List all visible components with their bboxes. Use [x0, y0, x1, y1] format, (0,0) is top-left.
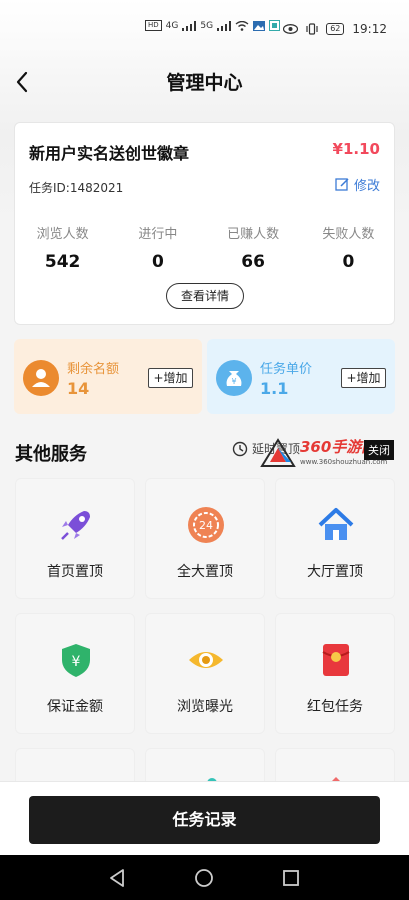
network-indicators: HD 4G 5G — [145, 20, 281, 31]
edit-label: 修改 — [353, 179, 380, 194]
vibrate-icon — [306, 23, 318, 35]
task-stats: 浏览人数 542 进行中 0 已赚人数 66 失败人数 0 — [15, 223, 396, 272]
system-nav-bar — [0, 855, 409, 900]
task-card: 新用户实名送创世徽章 ¥1.10 任务ID:1482021 修改 浏览人数 54… — [14, 122, 395, 325]
tile-exposure[interactable]: 浏览曝光 — [145, 613, 265, 734]
stat-views: 浏览人数 542 — [15, 223, 110, 272]
other-services-title: 其他服务 — [15, 444, 87, 465]
tile-label: 首页置顶 — [47, 564, 103, 580]
stat-failed: 失败人数 0 — [301, 223, 396, 272]
task-price: ¥1.10 — [332, 140, 380, 158]
stat-label: 已赚人数 — [227, 227, 280, 242]
svg-text:¥: ¥ — [231, 377, 236, 386]
tile-all-day-top[interactable]: 24 全大置顶 — [145, 478, 265, 599]
image-notification-icon — [253, 20, 266, 31]
network-5g-label: 5G — [200, 20, 214, 31]
stat-value: 66 — [241, 252, 265, 272]
tile-label: 红包任务 — [307, 699, 363, 715]
tile-label: 大厅置顶 — [307, 564, 363, 580]
shield-yuan-icon: ¥ — [62, 644, 90, 677]
remaining-quota-card: 剩余名额 14 +增加 — [14, 339, 202, 414]
add-price-button[interactable]: +增加 — [341, 368, 386, 388]
timer-24-icon: 24 — [188, 507, 224, 543]
status-right: 62 19:12 — [283, 22, 387, 36]
tile-label: 浏览曝光 — [177, 699, 233, 715]
unit-price-label: 任务单价 — [260, 362, 313, 377]
status-bar: HD 4G 5G 62 19:12 — [0, 0, 409, 60]
eye-status-icon — [283, 24, 299, 34]
svg-text:¥: ¥ — [72, 654, 81, 670]
hd-badge: HD — [145, 20, 162, 31]
stat-label: 浏览人数 — [36, 227, 89, 242]
user-icon — [23, 360, 59, 396]
edit-icon — [335, 178, 349, 191]
svg-text:24: 24 — [199, 519, 213, 532]
tile-red-packet[interactable]: 红包任务 — [275, 613, 395, 734]
battery-icon: 62 — [326, 23, 345, 35]
task-title: 新用户实名送创世徽章 — [29, 144, 190, 163]
app-notification-icon — [269, 20, 281, 31]
tile-label: 全大置顶 — [177, 564, 233, 580]
bottom-action-area: 任务记录 — [0, 781, 409, 855]
nav-back-icon[interactable] — [105, 866, 129, 890]
remaining-quota-value: 14 — [67, 379, 90, 398]
house-icon — [318, 508, 354, 540]
add-quota-button[interactable]: +增加 — [148, 368, 193, 388]
rocket-icon — [61, 511, 90, 540]
page-header: 管理中心 — [0, 60, 409, 104]
stat-value: 0 — [342, 252, 355, 272]
edit-button[interactable]: 修改 — [335, 175, 380, 194]
signal-icon-2 — [217, 20, 232, 31]
watermark-close-button[interactable]: 关闭 — [364, 440, 394, 460]
stat-label: 失败人数 — [322, 227, 375, 242]
nav-recents-icon[interactable] — [279, 866, 303, 890]
money-bag-icon: ¥ — [216, 360, 252, 396]
stat-value: 542 — [44, 252, 81, 272]
network-4g-label: 4G — [165, 20, 179, 31]
status-time: 19:12 — [352, 22, 387, 36]
task-record-button[interactable]: 任务记录 — [29, 796, 380, 844]
signal-icon — [182, 20, 197, 31]
unit-price-card: ¥ 任务单价 1.1 +增加 — [207, 339, 395, 414]
eye-icon — [189, 652, 223, 668]
clock-icon — [232, 441, 248, 456]
wifi-icon — [235, 20, 249, 31]
view-details-button[interactable]: 查看详情 — [166, 283, 244, 309]
unit-price-value: 1.1 — [260, 379, 289, 398]
stat-earned: 已赚人数 66 — [206, 223, 301, 272]
tile-label: 保证金额 — [47, 699, 103, 715]
page-title: 管理中心 — [166, 72, 243, 94]
stat-value: 0 — [151, 252, 164, 272]
task-id: 任务ID:1482021 — [29, 181, 124, 195]
tile-hall-top[interactable]: 大厅置顶 — [275, 478, 395, 599]
stat-label: 进行中 — [138, 227, 178, 242]
ad-watermark: 360手游网 www.360shouzhuan.com 关闭 — [258, 436, 404, 470]
red-packet-icon — [322, 644, 350, 676]
remaining-quota-label: 剩余名额 — [67, 362, 120, 377]
watermark-logo-icon — [260, 438, 296, 467]
tile-home-top[interactable]: 首页置顶 — [15, 478, 135, 599]
nav-home-icon[interactable] — [192, 866, 216, 890]
tile-deposit[interactable]: ¥ 保证金额 — [15, 613, 135, 734]
stat-in-progress: 进行中 0 — [110, 223, 205, 272]
